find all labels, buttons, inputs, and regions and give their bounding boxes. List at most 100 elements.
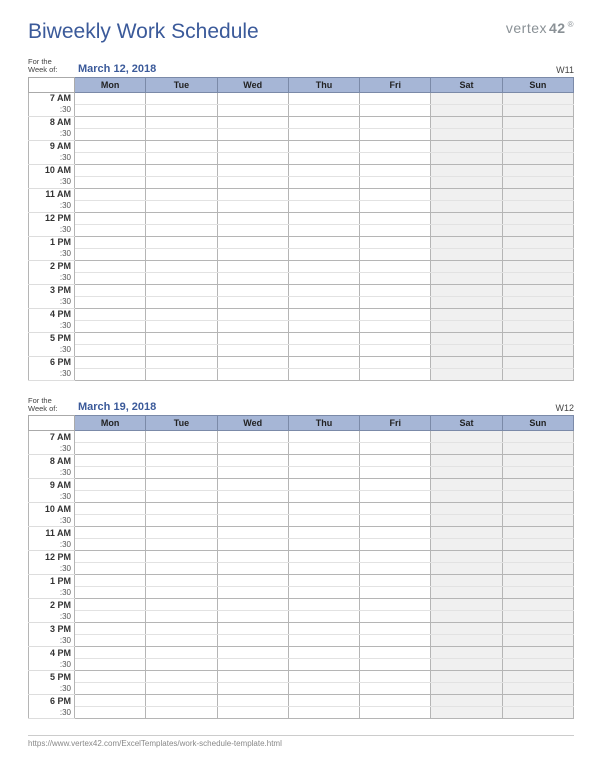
schedule-cell[interactable] bbox=[431, 320, 502, 332]
schedule-cell[interactable] bbox=[75, 671, 146, 683]
schedule-cell[interactable] bbox=[360, 503, 431, 515]
schedule-cell[interactable] bbox=[217, 140, 288, 152]
schedule-cell[interactable] bbox=[75, 212, 146, 224]
schedule-cell[interactable] bbox=[75, 224, 146, 236]
schedule-cell[interactable] bbox=[75, 152, 146, 164]
schedule-cell[interactable] bbox=[75, 284, 146, 296]
schedule-cell[interactable] bbox=[288, 623, 359, 635]
schedule-cell[interactable] bbox=[431, 284, 502, 296]
schedule-cell[interactable] bbox=[288, 236, 359, 248]
schedule-cell[interactable] bbox=[146, 368, 217, 380]
schedule-cell[interactable] bbox=[217, 308, 288, 320]
schedule-cell[interactable] bbox=[431, 308, 502, 320]
schedule-cell[interactable] bbox=[75, 683, 146, 695]
schedule-cell[interactable] bbox=[146, 671, 217, 683]
schedule-cell[interactable] bbox=[75, 116, 146, 128]
schedule-cell[interactable] bbox=[431, 332, 502, 344]
schedule-cell[interactable] bbox=[360, 623, 431, 635]
schedule-cell[interactable] bbox=[431, 575, 502, 587]
schedule-cell[interactable] bbox=[431, 527, 502, 539]
schedule-cell[interactable] bbox=[217, 515, 288, 527]
schedule-cell[interactable] bbox=[431, 296, 502, 308]
schedule-cell[interactable] bbox=[431, 200, 502, 212]
schedule-cell[interactable] bbox=[431, 671, 502, 683]
schedule-cell[interactable] bbox=[146, 575, 217, 587]
schedule-cell[interactable] bbox=[75, 635, 146, 647]
schedule-cell[interactable] bbox=[288, 116, 359, 128]
schedule-cell[interactable] bbox=[360, 356, 431, 368]
schedule-cell[interactable] bbox=[217, 551, 288, 563]
schedule-cell[interactable] bbox=[75, 527, 146, 539]
schedule-cell[interactable] bbox=[146, 224, 217, 236]
schedule-cell[interactable] bbox=[288, 539, 359, 551]
schedule-cell[interactable] bbox=[360, 368, 431, 380]
schedule-cell[interactable] bbox=[502, 611, 573, 623]
schedule-cell[interactable] bbox=[75, 551, 146, 563]
schedule-cell[interactable] bbox=[217, 623, 288, 635]
schedule-cell[interactable] bbox=[217, 320, 288, 332]
schedule-cell[interactable] bbox=[146, 212, 217, 224]
schedule-cell[interactable] bbox=[146, 248, 217, 260]
schedule-cell[interactable] bbox=[360, 527, 431, 539]
schedule-cell[interactable] bbox=[146, 491, 217, 503]
schedule-cell[interactable] bbox=[75, 176, 146, 188]
schedule-cell[interactable] bbox=[502, 539, 573, 551]
schedule-cell[interactable] bbox=[431, 248, 502, 260]
schedule-cell[interactable] bbox=[360, 707, 431, 719]
schedule-cell[interactable] bbox=[502, 116, 573, 128]
schedule-cell[interactable] bbox=[502, 356, 573, 368]
schedule-cell[interactable] bbox=[217, 344, 288, 356]
schedule-cell[interactable] bbox=[217, 659, 288, 671]
schedule-cell[interactable] bbox=[431, 683, 502, 695]
schedule-cell[interactable] bbox=[431, 479, 502, 491]
schedule-cell[interactable] bbox=[217, 212, 288, 224]
schedule-cell[interactable] bbox=[75, 296, 146, 308]
schedule-cell[interactable] bbox=[288, 176, 359, 188]
schedule-cell[interactable] bbox=[360, 332, 431, 344]
schedule-cell[interactable] bbox=[288, 284, 359, 296]
schedule-cell[interactable] bbox=[146, 296, 217, 308]
schedule-cell[interactable] bbox=[360, 248, 431, 260]
schedule-cell[interactable] bbox=[146, 260, 217, 272]
schedule-cell[interactable] bbox=[75, 623, 146, 635]
schedule-cell[interactable] bbox=[431, 152, 502, 164]
schedule-cell[interactable] bbox=[502, 695, 573, 707]
schedule-cell[interactable] bbox=[75, 320, 146, 332]
schedule-cell[interactable] bbox=[288, 515, 359, 527]
schedule-cell[interactable] bbox=[288, 200, 359, 212]
schedule-cell[interactable] bbox=[217, 599, 288, 611]
schedule-cell[interactable] bbox=[360, 539, 431, 551]
schedule-cell[interactable] bbox=[431, 503, 502, 515]
schedule-cell[interactable] bbox=[288, 308, 359, 320]
schedule-cell[interactable] bbox=[288, 272, 359, 284]
schedule-cell[interactable] bbox=[431, 467, 502, 479]
schedule-cell[interactable] bbox=[502, 575, 573, 587]
schedule-cell[interactable] bbox=[288, 443, 359, 455]
schedule-cell[interactable] bbox=[360, 599, 431, 611]
schedule-cell[interactable] bbox=[360, 467, 431, 479]
schedule-cell[interactable] bbox=[502, 248, 573, 260]
schedule-cell[interactable] bbox=[502, 503, 573, 515]
schedule-cell[interactable] bbox=[217, 284, 288, 296]
schedule-cell[interactable] bbox=[360, 260, 431, 272]
schedule-cell[interactable] bbox=[431, 599, 502, 611]
schedule-cell[interactable] bbox=[431, 431, 502, 443]
schedule-cell[interactable] bbox=[360, 116, 431, 128]
schedule-cell[interactable] bbox=[288, 551, 359, 563]
schedule-cell[interactable] bbox=[431, 563, 502, 575]
schedule-cell[interactable] bbox=[146, 443, 217, 455]
schedule-cell[interactable] bbox=[75, 140, 146, 152]
schedule-cell[interactable] bbox=[288, 92, 359, 104]
schedule-cell[interactable] bbox=[217, 332, 288, 344]
schedule-cell[interactable] bbox=[502, 308, 573, 320]
schedule-cell[interactable] bbox=[217, 443, 288, 455]
schedule-cell[interactable] bbox=[146, 551, 217, 563]
schedule-cell[interactable] bbox=[146, 659, 217, 671]
schedule-cell[interactable] bbox=[146, 92, 217, 104]
schedule-cell[interactable] bbox=[360, 212, 431, 224]
schedule-cell[interactable] bbox=[75, 707, 146, 719]
schedule-cell[interactable] bbox=[75, 539, 146, 551]
schedule-cell[interactable] bbox=[502, 260, 573, 272]
schedule-cell[interactable] bbox=[288, 503, 359, 515]
schedule-cell[interactable] bbox=[217, 647, 288, 659]
